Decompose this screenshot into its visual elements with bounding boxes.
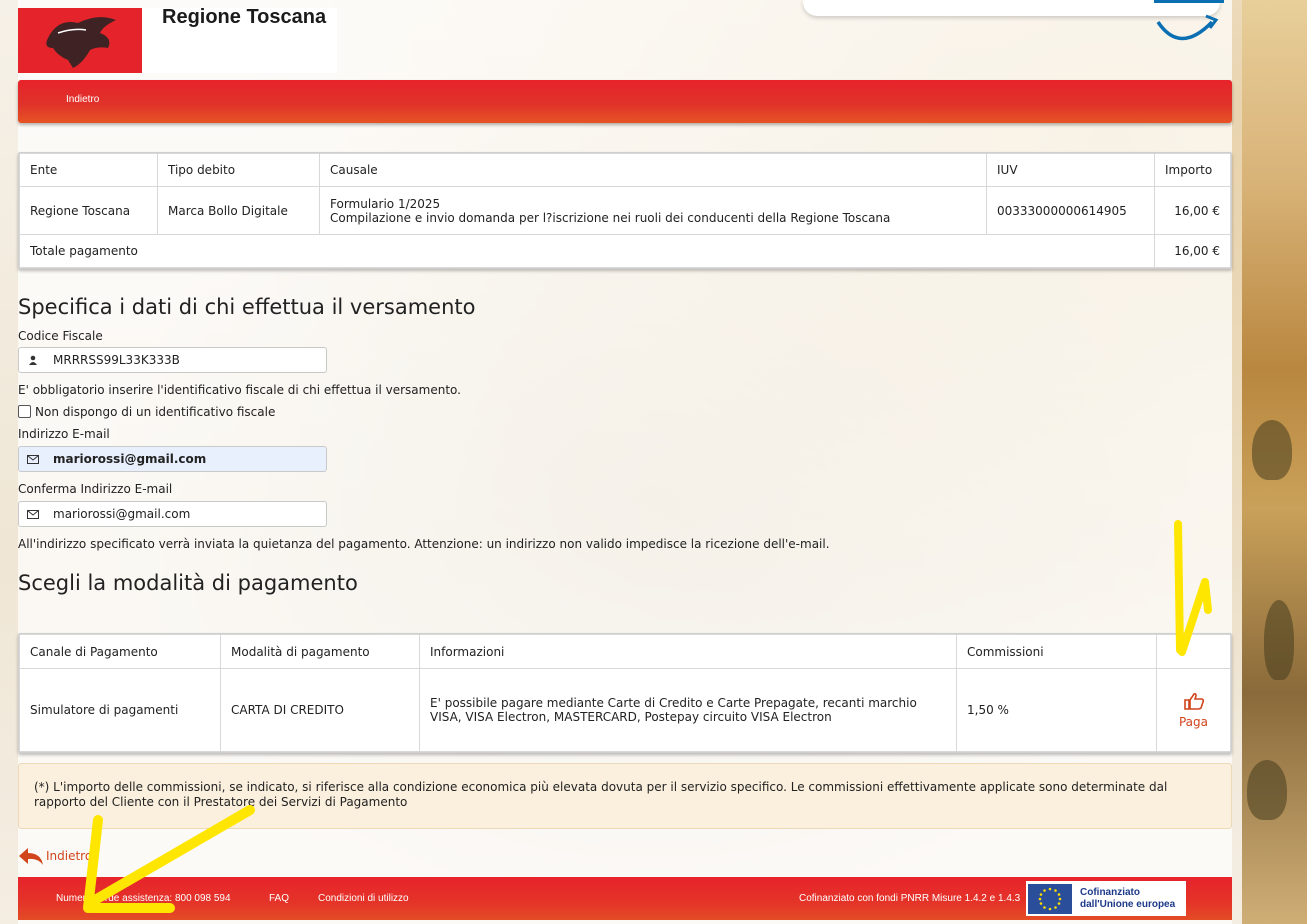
annotation-arrow-down [1174,520,1212,656]
cell-canale: Simulatore di pagamenti [19,668,221,752]
reply-arrow-icon [19,848,43,865]
email-confirm-label: Conferma Indirizzo E-mail [18,482,173,496]
user-icon [19,348,47,372]
terms-link[interactable]: Condizioni di utilizzo [318,893,409,904]
top-navbar: Indietro [18,80,1232,123]
pegasus-icon [46,17,117,69]
eu-line1: Cofinanziato [1080,886,1140,898]
total-row: Totale pagamento 16,00 € [19,234,1231,268]
funding-text: Cofinanziato con fondi PNRR Misure 1.4.2… [799,893,1021,904]
envelope-icon [19,447,47,471]
col-ente: Ente [19,153,158,187]
email-value: mariorossi@gmail.com [53,452,207,466]
table-header-row: Ente Tipo debito Causale IUV Importo [19,153,1231,187]
col-canale: Canale di Pagamento [19,634,221,669]
paga-label: Paga [1178,714,1209,729]
no-cf-label: Non dispongo di un identificativo fiscal… [35,405,276,419]
email-input[interactable]: mariorossi@gmail.com [18,446,327,472]
cell-ente: Regione Toscana [19,186,158,235]
col-modalita: Modalità di pagamento [220,634,420,669]
envelope-icon [19,502,47,526]
total-value: 16,00 € [1154,234,1231,268]
email-help-text: All'indirizzo specificato verrà inviata … [18,537,830,551]
cell-info: E' possibile pagare mediante Carte di Cr… [419,668,957,752]
hand-pointer-icon [1183,692,1204,710]
email-label: Indirizzo E-mail [18,427,110,441]
col-importo: Importo [1154,153,1231,187]
cell-tipo: Marca Bollo Digitale [157,186,320,235]
eu-line2: dall'Unione europea [1080,898,1176,910]
col-informazioni: Informazioni [419,634,957,669]
pagopa-icon [1154,0,1224,41]
cell-importo: 16,00 € [1154,186,1231,235]
payer-section-title: Specifica i dati di chi effettua il vers… [18,295,476,319]
region-logo [18,8,142,73]
eu-badge: Cofinanziato dall'Unione europea [1026,881,1186,916]
pagopa-logo [1150,0,1230,50]
tree-shape [1264,600,1294,680]
cf-input[interactable]: MRRRSS99L33K333B [18,347,327,373]
col-iuv: IUV [986,153,1155,187]
causale-line1: Formulario 1/2025 [330,196,441,211]
debt-table: Ente Tipo debito Causale IUV Importo Reg… [18,152,1232,269]
cell-commissioni: 1,50 % [956,668,1157,752]
eu-flag-icon [1028,883,1072,914]
email-confirm-input[interactable]: mariorossi@gmail.com [18,501,327,527]
causale-line2: Compilazione e invio domanda per l?iscri… [330,210,891,225]
col-causale: Causale [319,153,987,187]
table-row: Regione Toscana Marca Bollo Digitale For… [19,186,1231,235]
cell-iuv: 00333000000614905 [986,186,1155,235]
brand-area: Regione Toscana [142,6,337,73]
payment-section-title: Scegli la modalità di pagamento [18,571,358,595]
back-link-top[interactable]: Indietro [66,94,99,105]
cf-value: MRRRSS99L33K333B [53,353,180,367]
table-row: Simulatore di pagamenti CARTA DI CREDITO… [19,668,1231,752]
landscape-strip [1242,0,1307,924]
cf-label: Codice Fiscale [18,329,103,343]
cell-causale: Formulario 1/2025 Compilazione e invio d… [319,186,987,235]
cell-modalita: CARTA DI CREDITO [220,668,420,752]
email-confirm-value: mariorossi@gmail.com [53,507,191,521]
annotation-arrow-left [83,805,255,913]
tree-shape [1252,420,1292,480]
cf-help-text: E' obbligatorio inserire l'identificativ… [18,383,461,397]
paga-button[interactable]: Paga [1156,668,1231,752]
eu-text: Cofinanziato dall'Unione europea [1080,887,1175,911]
tree-shape [1247,760,1287,820]
col-commissioni: Commissioni [956,634,1157,669]
col-tipo: Tipo debito [157,153,320,187]
no-cf-checkbox[interactable] [18,405,31,418]
brand-title: Regione Toscana [162,6,327,28]
total-label: Totale pagamento [19,234,1155,268]
payment-table: Canale di Pagamento Modalità di pagament… [18,633,1232,753]
table-header-row: Canale di Pagamento Modalità di pagament… [19,634,1231,669]
